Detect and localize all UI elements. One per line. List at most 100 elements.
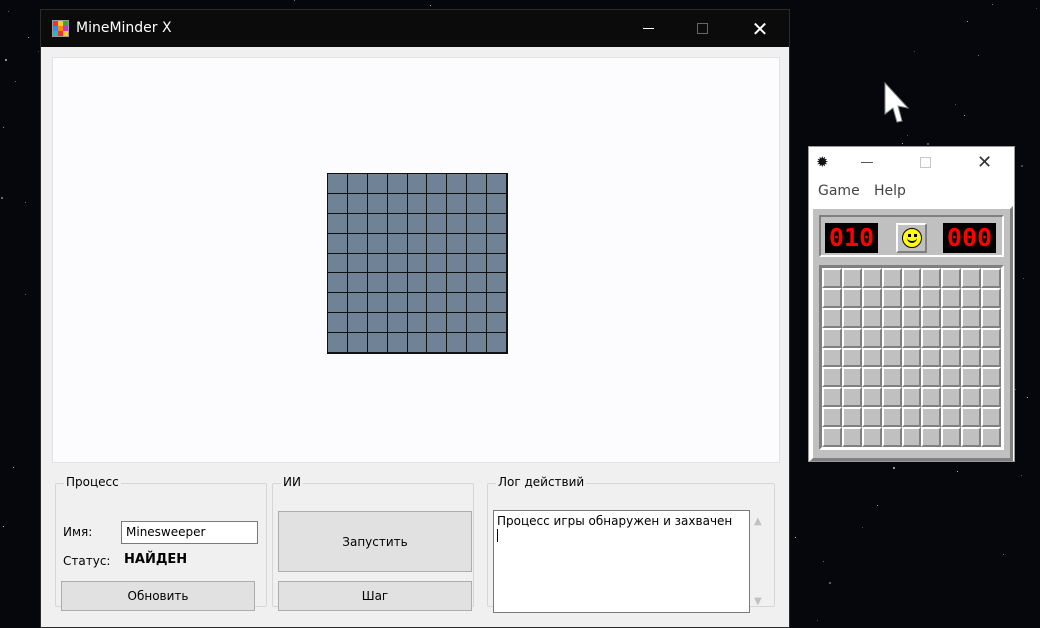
mine-tile[interactable] [921, 327, 942, 348]
mine-tile[interactable] [901, 407, 922, 428]
mine-tile[interactable] [841, 327, 862, 348]
mine-tile[interactable] [841, 427, 862, 447]
board-cell [467, 253, 488, 274]
mine-tile[interactable] [881, 307, 902, 328]
mine-tile[interactable] [941, 407, 962, 428]
mine-tile[interactable] [981, 268, 1001, 288]
mine-tile[interactable] [961, 387, 982, 408]
mine-tile[interactable] [861, 427, 882, 447]
mine-tile[interactable] [822, 268, 842, 288]
title-bar[interactable]: MineMinder X ✕ [41, 10, 789, 47]
mine-tile[interactable] [881, 268, 902, 288]
mine-tile[interactable] [881, 387, 902, 408]
mine-tile[interactable] [981, 327, 1001, 348]
minimize-button[interactable] [619, 10, 677, 47]
mine-tile[interactable] [981, 387, 1001, 408]
mine-tile[interactable] [941, 327, 962, 348]
mine-tile[interactable] [901, 268, 922, 288]
mine-tile[interactable] [822, 387, 842, 408]
mine-tile[interactable] [901, 287, 922, 308]
refresh-button[interactable]: Обновить [61, 581, 255, 611]
mine-tile[interactable] [861, 387, 882, 408]
mine-tile[interactable] [961, 407, 982, 428]
board-cell [347, 253, 368, 274]
maximize-icon[interactable] [920, 157, 931, 168]
mine-tile[interactable] [981, 347, 1001, 368]
maximize-button[interactable] [673, 10, 731, 47]
mine-tile[interactable] [981, 307, 1001, 328]
mine-tile[interactable] [961, 347, 982, 368]
mine-tile[interactable] [822, 407, 842, 428]
mine-tile[interactable] [941, 287, 962, 308]
mine-tile[interactable] [901, 347, 922, 368]
mine-tile[interactable] [921, 407, 942, 428]
mine-tile[interactable] [901, 367, 922, 388]
mine-tile[interactable] [941, 347, 962, 368]
mine-tile[interactable] [961, 307, 982, 328]
mine-tile[interactable] [881, 347, 902, 368]
mine-tile[interactable] [841, 387, 862, 408]
mine-tile[interactable] [881, 427, 902, 447]
mine-tile[interactable] [861, 347, 882, 368]
mine-tile[interactable] [981, 407, 1001, 428]
mine-tile[interactable] [881, 407, 902, 428]
mine-tile[interactable] [921, 427, 942, 447]
mine-tile[interactable] [901, 327, 922, 348]
minimize-icon[interactable] [861, 162, 873, 163]
close-icon[interactable]: ✕ [977, 152, 992, 173]
mine-tile[interactable] [841, 287, 862, 308]
scroll-down-icon[interactable]: ▼ [754, 596, 762, 607]
process-name-input[interactable]: Minesweeper [121, 521, 258, 544]
mine-tile[interactable] [981, 427, 1001, 447]
mine-tile[interactable] [901, 307, 922, 328]
mine-tile[interactable] [941, 268, 962, 288]
mine-tile[interactable] [822, 427, 842, 447]
mine-tile[interactable] [822, 347, 842, 368]
mine-tile[interactable] [861, 307, 882, 328]
menu-help[interactable]: Help [874, 183, 906, 199]
mine-tile[interactable] [841, 268, 862, 288]
mine-tile[interactable] [822, 327, 842, 348]
mine-tile[interactable] [981, 367, 1001, 388]
mine-tile[interactable] [861, 327, 882, 348]
mine-tile[interactable] [822, 367, 842, 388]
mine-tile[interactable] [941, 387, 962, 408]
mine-tile[interactable] [961, 427, 982, 447]
mine-tile[interactable] [822, 287, 842, 308]
mine-tile[interactable] [961, 327, 982, 348]
mine-tile[interactable] [921, 347, 942, 368]
mine-tile[interactable] [941, 427, 962, 447]
menu-game[interactable]: Game [818, 183, 860, 199]
mine-tile[interactable] [921, 387, 942, 408]
mine-tile[interactable] [961, 367, 982, 388]
log-textarea[interactable]: Процесс игры обнаружен и захвачен [493, 510, 750, 613]
mine-tile[interactable] [841, 407, 862, 428]
mine-tile[interactable] [841, 367, 862, 388]
mine-tile[interactable] [921, 268, 942, 288]
mine-tile[interactable] [841, 307, 862, 328]
mine-tile[interactable] [861, 407, 882, 428]
close-button[interactable]: ✕ [731, 10, 789, 47]
mine-tile[interactable] [901, 387, 922, 408]
start-button[interactable]: Запустить [278, 511, 472, 572]
mine-tile[interactable] [822, 307, 842, 328]
mine-tile[interactable] [961, 287, 982, 308]
mine-tile[interactable] [881, 287, 902, 308]
mine-tile[interactable] [861, 287, 882, 308]
step-button[interactable]: Шаг [278, 581, 472, 611]
mine-tile[interactable] [841, 347, 862, 368]
mine-tile[interactable] [861, 367, 882, 388]
mine-tile[interactable] [981, 287, 1001, 308]
mine-tile[interactable] [941, 307, 962, 328]
mine-tile[interactable] [901, 427, 922, 447]
mine-tile[interactable] [921, 367, 942, 388]
mine-tile[interactable] [881, 327, 902, 348]
mine-tile[interactable] [881, 367, 902, 388]
mine-tile[interactable] [921, 307, 942, 328]
scroll-up-icon[interactable]: ▲ [754, 516, 762, 527]
mine-tile[interactable] [961, 268, 982, 288]
mine-tile[interactable] [921, 287, 942, 308]
reset-button[interactable] [896, 223, 927, 253]
mine-tile[interactable] [941, 367, 962, 388]
mine-tile[interactable] [861, 268, 882, 288]
